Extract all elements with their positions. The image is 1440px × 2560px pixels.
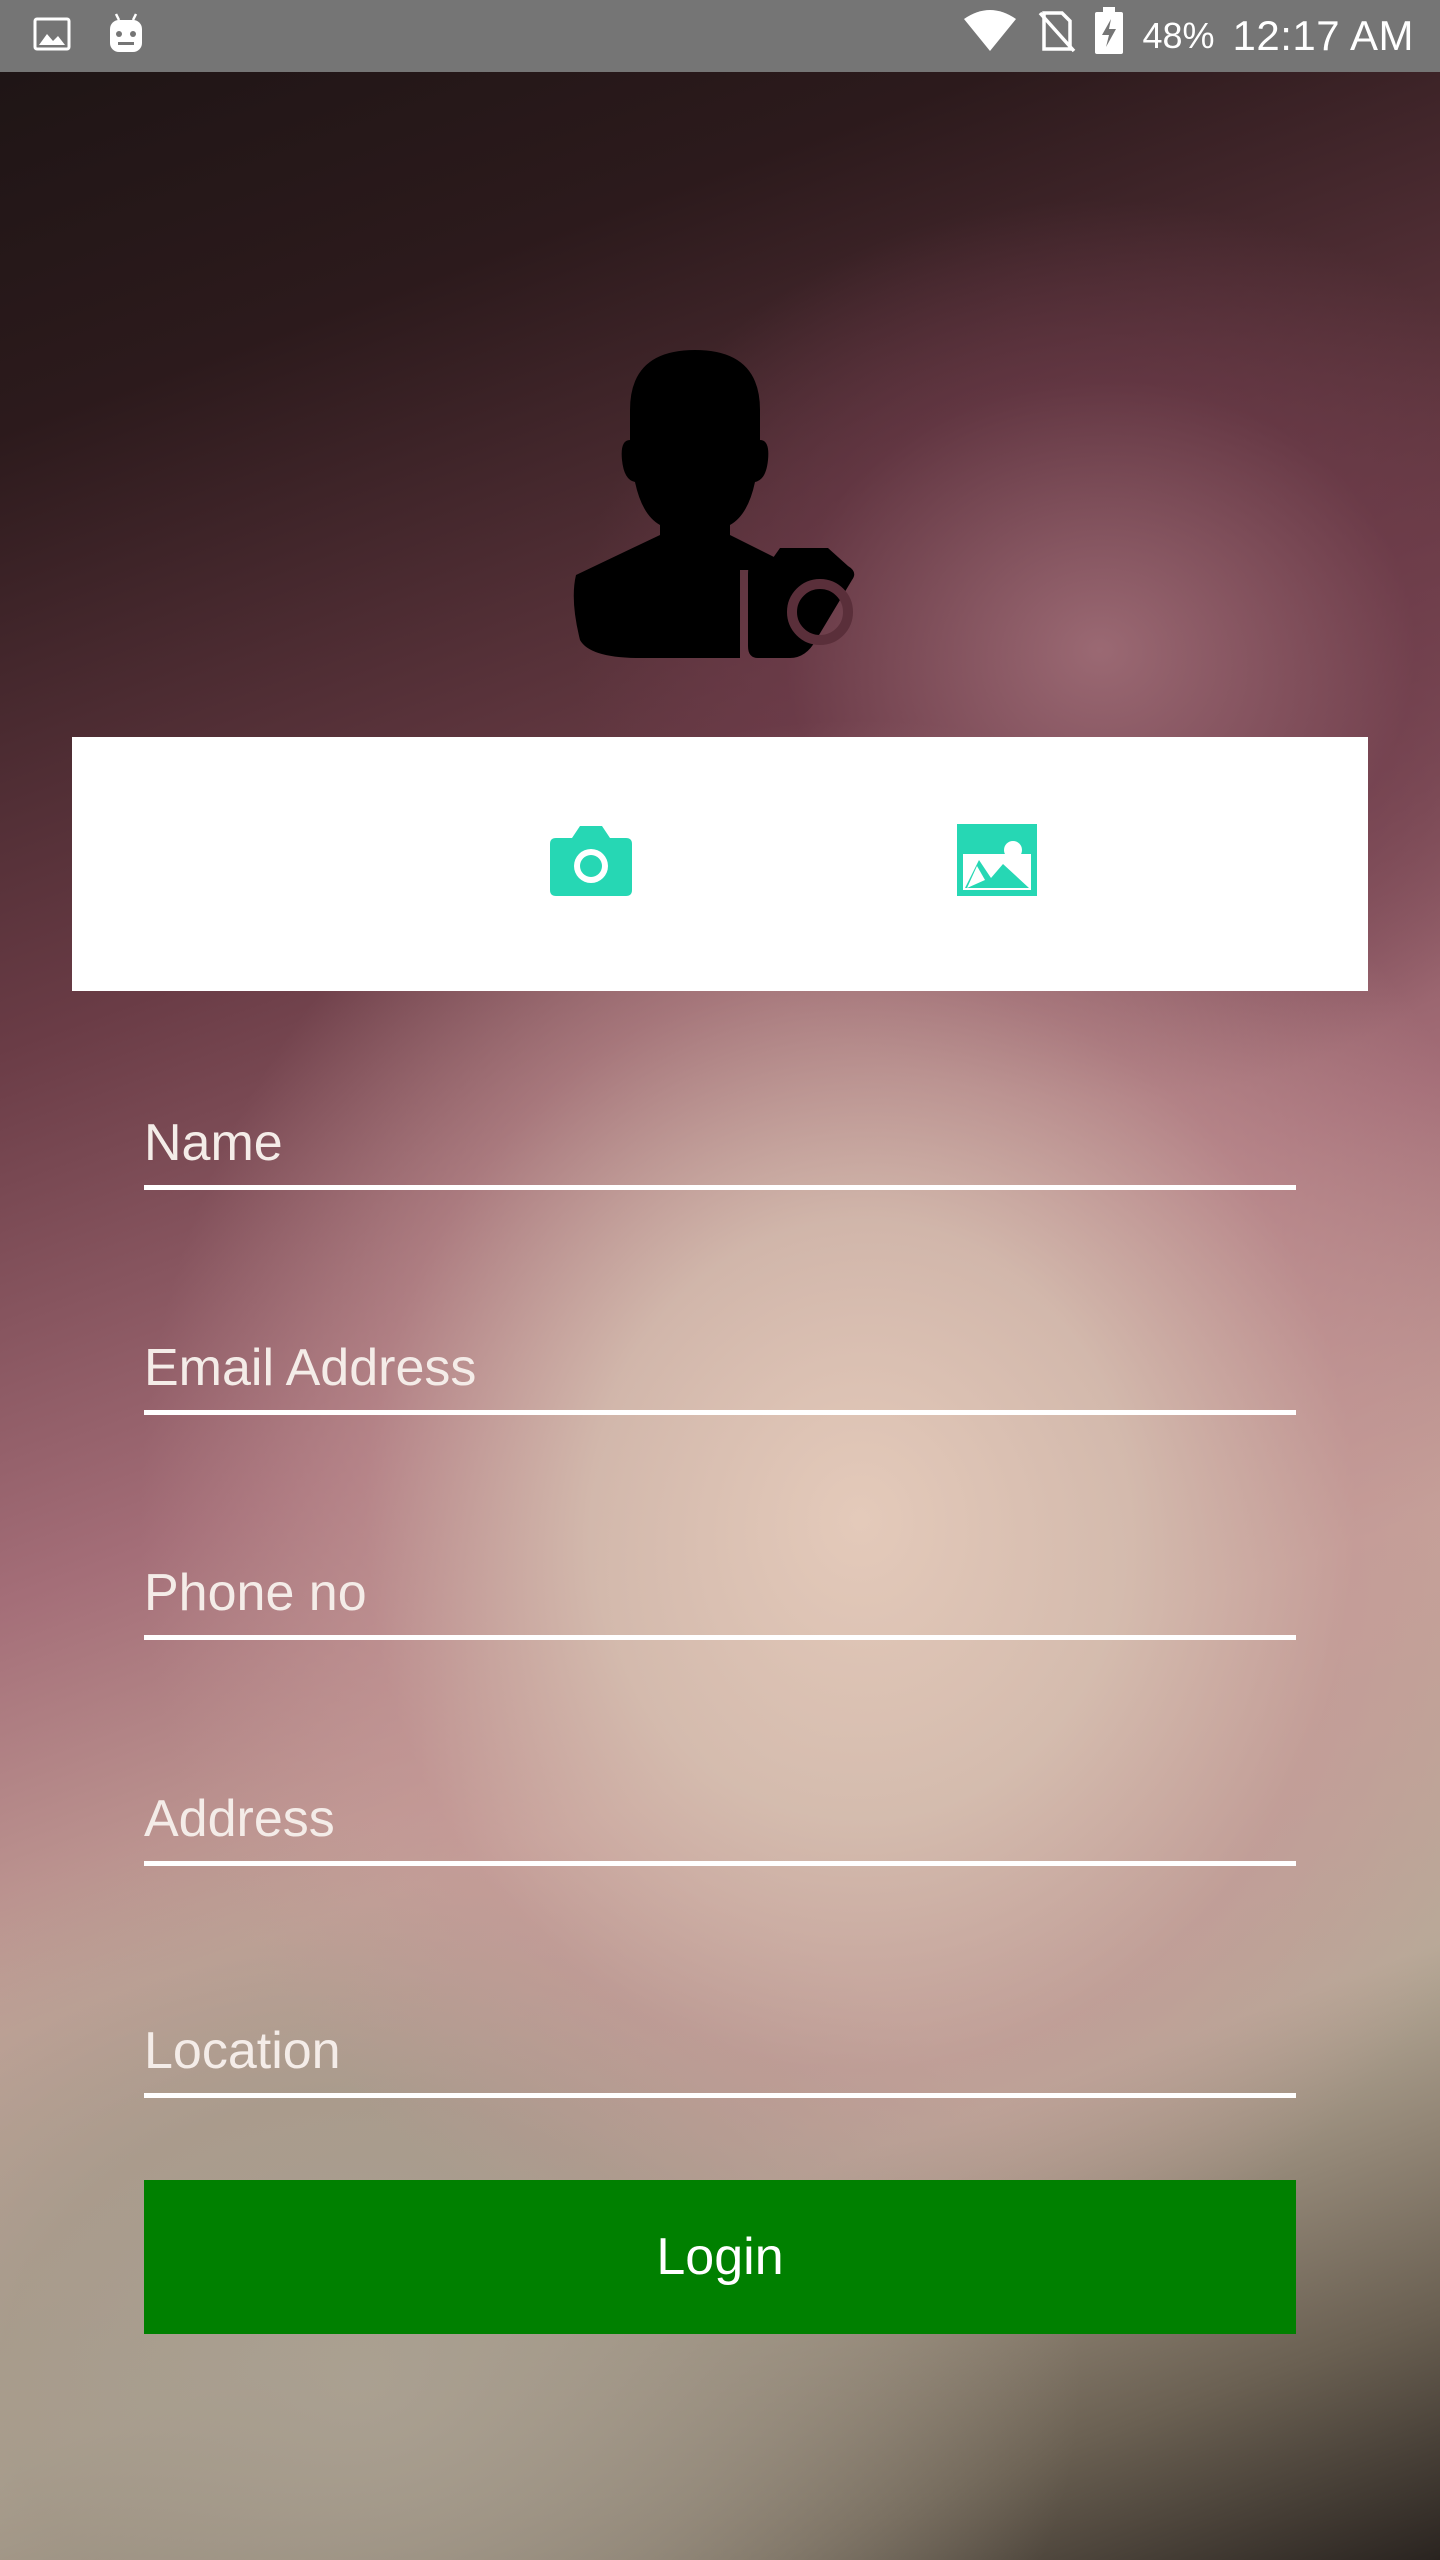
phone-field-underline <box>144 1635 1296 1640</box>
wifi-icon <box>962 9 1018 63</box>
phone-field[interactable] <box>144 1558 1296 1628</box>
name-field-wrapper <box>144 1060 1296 1190</box>
choose-from-gallery-button[interactable] <box>952 815 1042 905</box>
user-camera-avatar-icon <box>573 350 855 658</box>
location-field-wrapper <box>144 1968 1296 2098</box>
email-field-underline <box>144 1410 1296 1415</box>
address-field-wrapper <box>144 1736 1296 1866</box>
profile-avatar[interactable] <box>570 340 870 670</box>
android-icon <box>106 12 146 61</box>
location-field[interactable] <box>144 2016 1296 2086</box>
take-photo-button[interactable] <box>546 815 636 905</box>
battery-percent: 48% <box>1142 15 1215 56</box>
address-field-underline <box>144 1861 1296 1866</box>
photo-picker-card <box>72 737 1368 991</box>
address-field[interactable] <box>144 1784 1296 1854</box>
phone-field-wrapper <box>144 1510 1296 1640</box>
login-button[interactable]: Login <box>144 2180 1296 2334</box>
battery-charging-icon <box>1094 7 1124 65</box>
email-field-wrapper <box>144 1285 1296 1415</box>
camera-icon <box>550 826 632 896</box>
gallery-icon <box>957 824 1037 896</box>
status-clock: 12:17 AM <box>1232 12 1414 59</box>
name-field-underline <box>144 1185 1296 1190</box>
image-notification-icon <box>32 14 72 59</box>
location-field-underline <box>144 2093 1296 2098</box>
name-field[interactable] <box>144 1108 1296 1178</box>
status-bar-left <box>32 12 146 60</box>
status-bar: 48% 12:17 AM <box>0 0 1440 72</box>
no-sim-icon <box>1036 9 1076 63</box>
status-bar-right: 48% 12:17 AM <box>962 7 1414 65</box>
email-field[interactable] <box>144 1333 1296 1403</box>
